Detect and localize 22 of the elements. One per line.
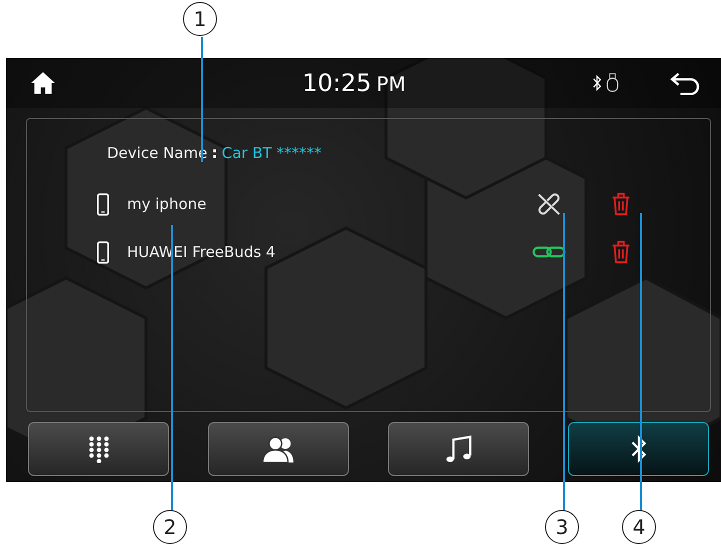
trash-icon[interactable] xyxy=(610,240,632,264)
trash-icon[interactable] xyxy=(610,192,632,216)
back-icon[interactable] xyxy=(669,71,701,95)
clock-period: PM xyxy=(376,72,406,96)
phone-icon xyxy=(97,192,109,216)
device-name-separator: : xyxy=(211,143,218,162)
contacts-tab[interactable] xyxy=(208,422,349,476)
callout-number: 3 xyxy=(545,510,579,544)
music-tab[interactable] xyxy=(388,422,529,476)
bluetooth-icon xyxy=(592,74,602,92)
people-icon xyxy=(260,435,296,463)
dialpad-tab[interactable] xyxy=(28,422,169,476)
callout-number: 4 xyxy=(622,510,656,544)
home-icon[interactable] xyxy=(30,70,56,96)
device-name[interactable]: my iphone xyxy=(127,195,532,213)
callout-number: 2 xyxy=(153,510,187,544)
callout-number: 1 xyxy=(183,2,217,36)
usb-drive-icon xyxy=(606,72,619,94)
clock-time: 10:25 xyxy=(302,69,372,97)
device-name-value: Car BT ****** xyxy=(222,144,322,162)
bluetooth-tab[interactable] xyxy=(568,422,709,476)
phone-icon xyxy=(97,240,109,264)
